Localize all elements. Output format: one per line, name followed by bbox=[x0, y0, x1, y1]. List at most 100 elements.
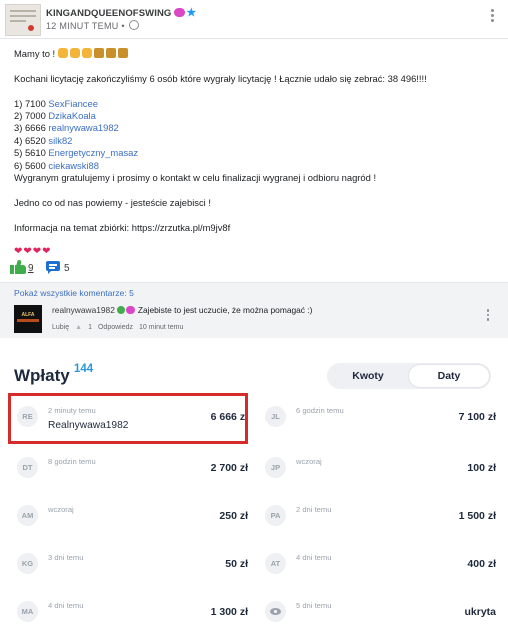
divider bbox=[0, 38, 508, 39]
comment-menu-icon[interactable] bbox=[483, 307, 493, 323]
winner-link[interactable]: DzikaKoala bbox=[48, 110, 95, 121]
post-author[interactable]: KINGANDQUEENOFSWING ★ bbox=[46, 6, 196, 19]
payment-item[interactable]: 5 dni temu ukryta bbox=[262, 598, 502, 644]
payments-title: Wpłaty bbox=[14, 366, 70, 385]
comment-line: realnywawa1982 Zajebiste to jest uczucie,… bbox=[52, 305, 312, 315]
reactions-bar: 9 5 bbox=[0, 256, 508, 282]
post-timestamp: 12 MINUT TEMU • bbox=[46, 20, 139, 31]
payer-initials: AT bbox=[265, 553, 286, 574]
payment-time: wczoraj bbox=[296, 457, 322, 466]
payment-item[interactable]: MA 4 dni temu 1 300 zł bbox=[14, 598, 254, 644]
winner-link[interactable]: ciekawski88 bbox=[48, 160, 99, 171]
winner-link[interactable]: realnywawa1982 bbox=[48, 122, 118, 133]
winner-amount: 1) 7100 bbox=[14, 97, 46, 109]
comment-time: 10 minut temu bbox=[139, 324, 184, 331]
payer-initials: DT bbox=[17, 457, 38, 478]
comments-section: Pokaż wszystkie komentarze: 5 ALFA realn… bbox=[0, 282, 508, 339]
payment-item[interactable]: KG 3 dni temu 50 zł bbox=[14, 550, 254, 596]
commenter-name[interactable]: realnywawa1982 bbox=[52, 305, 115, 315]
payment-amount: 1 500 zł bbox=[458, 510, 496, 522]
star-icon: ★ bbox=[186, 7, 197, 19]
payment-item[interactable]: JP wczoraj 100 zł bbox=[262, 454, 502, 500]
intro-text: Kochani licytację zakończyliśmy 6 osób k… bbox=[14, 72, 427, 84]
winner-row: 6) 5600 ciekawski88 bbox=[14, 160, 500, 172]
payer-initials: KG bbox=[17, 553, 38, 574]
emoji-icon bbox=[57, 48, 68, 58]
comment-text: Zajebiste to jest uczucie, że można poma… bbox=[137, 305, 313, 315]
winner-amount: 6) 5600 bbox=[14, 159, 46, 171]
payment-item[interactable]: AM wczoraj 250 zł bbox=[14, 502, 254, 548]
payment-amount: 50 zł bbox=[225, 558, 248, 570]
payment-amount: 2 700 zł bbox=[210, 462, 248, 474]
divider bbox=[0, 338, 508, 350]
sort-toggle: Kwoty Daty bbox=[327, 363, 491, 389]
winner-row: 4) 6520 silk82 bbox=[14, 135, 500, 147]
greeting-text: Mamy to ! bbox=[14, 48, 56, 59]
thanks-text: Wygranym gratulujemy i prosimy o kontakt… bbox=[14, 172, 377, 184]
emoji-icon bbox=[117, 48, 128, 58]
comment-count[interactable]: 5 bbox=[64, 263, 70, 274]
winner-link[interactable]: SexFiancee bbox=[48, 98, 98, 109]
page-avatar[interactable] bbox=[5, 4, 41, 36]
payer-initials: JP bbox=[265, 457, 286, 478]
post-header: KINGANDQUEENOFSWING ★ 12 MINUT TEMU • bbox=[0, 0, 508, 38]
winner-row: 2) 7000 DzikaKoala bbox=[14, 110, 500, 122]
payment-amount: 250 zł bbox=[219, 510, 248, 522]
payment-amount: 7 100 zł bbox=[458, 411, 496, 423]
sort-by-amount-button[interactable]: Kwoty bbox=[329, 365, 407, 387]
payment-amount: 400 zł bbox=[467, 558, 496, 570]
author-name[interactable]: KINGANDQUEENOFSWING bbox=[46, 8, 171, 19]
payment-item[interactable]: AT 4 dni temu 400 zł bbox=[262, 550, 502, 596]
payment-item[interactable]: PA 2 dni temu 1 500 zł bbox=[262, 502, 502, 548]
thumbs-up-icon[interactable] bbox=[10, 259, 26, 274]
sort-by-date-button[interactable]: Daty bbox=[409, 365, 489, 387]
payment-time: wczoraj bbox=[48, 505, 74, 514]
winner-row: 3) 6666 realnywawa1982 bbox=[14, 122, 500, 134]
hidden-eye-icon bbox=[265, 601, 286, 622]
payer-initials: PA bbox=[265, 505, 286, 526]
payment-item[interactable]: JL 6 godzin temu 7 100 zł bbox=[262, 403, 502, 449]
outro-text: Jedno co od nas powiemy - jesteście zaje… bbox=[14, 196, 211, 208]
greeting-line: Mamy to ! bbox=[14, 48, 500, 60]
payer-initials: AM bbox=[17, 505, 38, 526]
thumbs-up-icon[interactable]: ▲ bbox=[75, 324, 82, 331]
emoji-icon bbox=[69, 48, 80, 58]
winner-row: 1) 7100 SexFiancee bbox=[14, 98, 500, 110]
payment-time: 3 dni temu bbox=[48, 553, 84, 562]
verified-icon bbox=[116, 306, 125, 314]
post-card: KINGANDQUEENOFSWING ★ 12 MINUT TEMU • Mam… bbox=[0, 0, 508, 339]
winner-link[interactable]: silk82 bbox=[48, 135, 72, 146]
payment-amount: 1 300 zł bbox=[210, 606, 248, 618]
payer-initials: JL bbox=[265, 406, 286, 427]
show-all-comments-link[interactable]: Pokaż wszystkie komentarze: 5 bbox=[14, 288, 134, 298]
payment-time: 4 dni temu bbox=[296, 553, 332, 562]
post-time-text: 12 MINUT TEMU • bbox=[46, 21, 125, 31]
winner-amount: 4) 6520 bbox=[14, 134, 46, 146]
payment-time: 6 godzin temu bbox=[296, 406, 344, 415]
post-body: Mamy to ! Kochani licytację zakończyliśm… bbox=[14, 48, 500, 259]
emoji-icon bbox=[105, 48, 116, 58]
vip-badge-icon bbox=[174, 8, 186, 17]
payment-item[interactable]: DT 8 godzin temu 2 700 zł bbox=[14, 454, 254, 500]
winner-amount: 3) 6666 bbox=[14, 122, 46, 134]
post-menu-icon[interactable] bbox=[486, 7, 498, 25]
emoji-icon bbox=[81, 48, 92, 58]
like-count[interactable]: 9 bbox=[28, 263, 34, 274]
highlight-box bbox=[8, 393, 248, 444]
winner-amount: 5) 5610 bbox=[14, 147, 46, 159]
winner-row: 5) 5610 Energetyczny_masaz bbox=[14, 147, 500, 159]
comment-icon[interactable] bbox=[46, 261, 60, 274]
winner-link[interactable]: Energetyczny_masaz bbox=[48, 147, 138, 158]
payer-initials: MA bbox=[17, 601, 38, 622]
vip-badge-icon bbox=[125, 306, 135, 314]
winner-amount: 2) 7000 bbox=[14, 110, 46, 121]
comment-like-count: 1 bbox=[88, 324, 92, 331]
comment-reply-button[interactable]: Odpowiedz bbox=[98, 324, 133, 331]
payment-amount: 100 zł bbox=[467, 462, 496, 474]
comment-actions: Lubię ▲ 1 Odpowiedz 10 minut temu bbox=[52, 324, 189, 331]
comment-like-button[interactable]: Lubię bbox=[52, 324, 69, 331]
globe-icon bbox=[128, 20, 139, 30]
avatar-logo-text: ALFA bbox=[21, 312, 35, 318]
commenter-avatar[interactable]: ALFA bbox=[14, 305, 42, 333]
info-text[interactable]: Informacja na temat zbiórki: https://zrz… bbox=[14, 222, 500, 234]
